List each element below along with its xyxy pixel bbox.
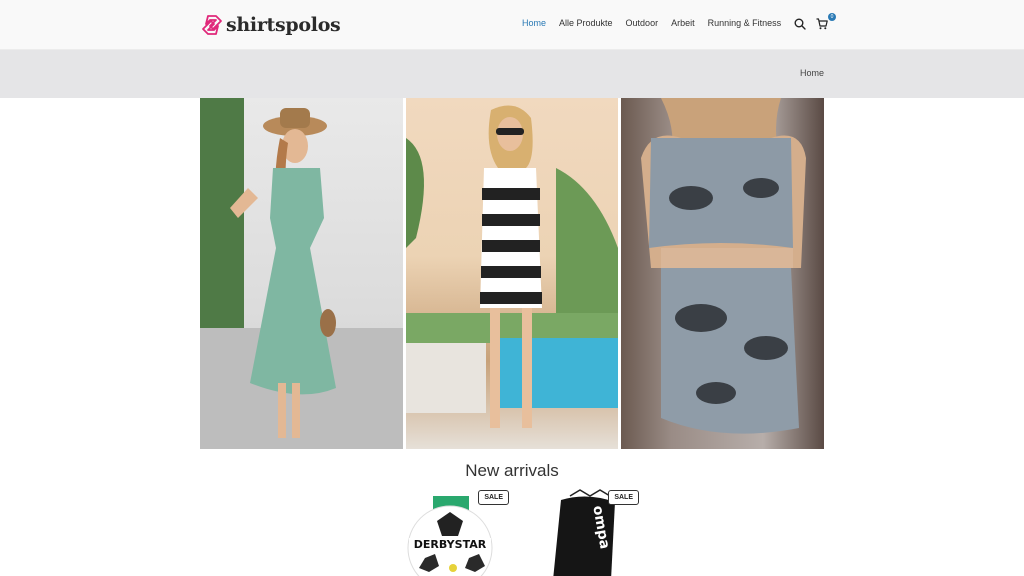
section-title-new-arrivals: New arrivals bbox=[465, 461, 559, 480]
main-nav: Home Alle Produkte Outdoor Arbeit Runnin… bbox=[522, 18, 794, 28]
nav-item-home[interactable]: Home bbox=[522, 18, 546, 28]
product-card[interactable]: ompa SALE bbox=[525, 488, 645, 576]
site-logo[interactable]: shirtspolos bbox=[201, 12, 341, 38]
model-striped-dress-icon bbox=[406, 105, 618, 428]
ball-brand-label: DERBYSTAR bbox=[414, 538, 487, 551]
header-icons: 0 bbox=[794, 13, 836, 31]
sale-badge: SALE bbox=[478, 490, 509, 505]
hero-image-leaf-print-dress[interactable] bbox=[621, 98, 824, 449]
sale-badge: SALE bbox=[608, 490, 639, 505]
cart-count-badge: 0 bbox=[828, 13, 836, 21]
nav-item-arbeit[interactable]: Arbeit bbox=[671, 18, 695, 28]
product-card[interactable]: DERBYSTAR SALE bbox=[395, 488, 515, 576]
model-green-dress-icon bbox=[200, 98, 403, 449]
nav-item-alle-produkte[interactable]: Alle Produkte bbox=[559, 18, 613, 28]
breadcrumb[interactable]: Home bbox=[800, 68, 824, 78]
site-header: shirtspolos Home Alle Produkte Outdoor A… bbox=[0, 0, 1024, 50]
model-leaf-print-dress-icon bbox=[641, 98, 806, 434]
hero-banner[interactable] bbox=[200, 98, 824, 449]
hero-image-striped-dress[interactable] bbox=[406, 98, 618, 449]
logo-mark-icon bbox=[202, 15, 222, 35]
page-title-bar: Home bbox=[0, 50, 1024, 98]
hero-image-green-dress[interactable] bbox=[200, 98, 403, 449]
nav-item-running-fitness[interactable]: Running & Fitness bbox=[708, 18, 782, 28]
cart-icon[interactable]: 0 bbox=[816, 13, 836, 31]
logo-text: shirtspolos bbox=[226, 14, 341, 36]
search-icon[interactable] bbox=[794, 17, 808, 31]
nav-item-outdoor[interactable]: Outdoor bbox=[626, 18, 659, 28]
